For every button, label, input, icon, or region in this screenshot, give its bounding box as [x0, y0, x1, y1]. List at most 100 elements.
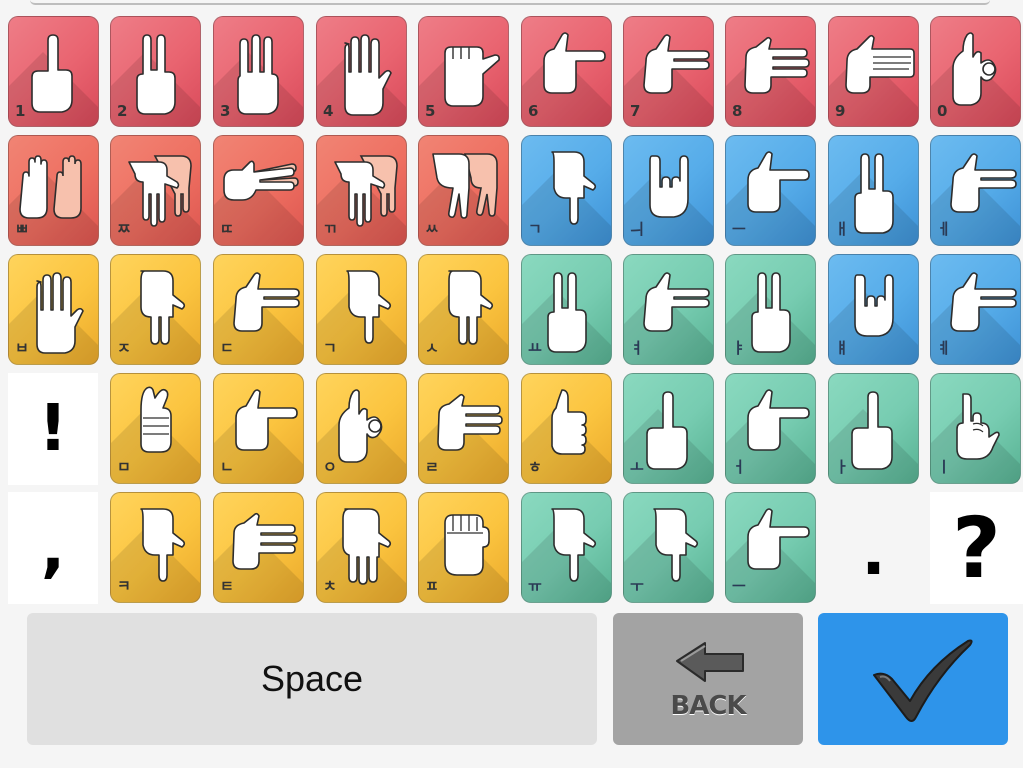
punctuation-char: .: [861, 516, 886, 590]
sign-key[interactable]: ㄸ: [213, 135, 304, 246]
key-label: ㅐ: [835, 220, 849, 238]
sign-key[interactable]: ㅓ: [725, 373, 816, 484]
sign-key[interactable]: ㅇ: [316, 373, 407, 484]
key-label: ㅑ: [732, 339, 746, 357]
key-label: ㅋ: [117, 577, 131, 595]
key-label: 2: [117, 102, 128, 120]
sign-key[interactable]: ㅎ: [521, 373, 612, 484]
sign-key[interactable]: ㅉ: [110, 135, 201, 246]
sign-key[interactable]: 7: [623, 16, 714, 127]
sign-key[interactable]: ㅛ: [521, 254, 612, 365]
key-label: ㄴ: [220, 458, 234, 476]
sign-key[interactable]: 0: [930, 16, 1021, 127]
key-label: ㅂ: [15, 339, 29, 357]
sign-key[interactable]: 6: [521, 16, 612, 127]
sign-key[interactable]: ㅈ: [110, 254, 201, 365]
key-label: ㅉ: [117, 220, 131, 238]
key-label: ㅡ: [732, 577, 746, 595]
confirm-button[interactable]: [818, 613, 1008, 745]
sign-key[interactable]: ㅃ: [8, 135, 99, 246]
key-label: 7: [630, 102, 641, 120]
sign-key[interactable]: ㅊ: [316, 492, 407, 603]
sign-key[interactable]: ㅂ: [8, 254, 99, 365]
sign-key[interactable]: ㅅ: [418, 254, 509, 365]
sign-key[interactable]: 9: [828, 16, 919, 127]
sign-key[interactable]: ㅁ: [110, 373, 201, 484]
key-label: 0: [937, 102, 948, 120]
key-label: ㅡ: [732, 220, 746, 238]
key-label: ㄸ: [220, 220, 234, 238]
punctuation-key[interactable]: ?: [930, 492, 1023, 604]
key-label: ㅇ: [323, 458, 337, 476]
sign-key[interactable]: ㅏ: [828, 373, 919, 484]
punctuation-key[interactable]: !: [8, 373, 98, 485]
punctuation-key[interactable]: ,: [8, 492, 98, 604]
key-label: 5: [425, 102, 436, 120]
key-label: ㅅ: [425, 339, 439, 357]
sign-key[interactable]: ㅡ: [725, 135, 816, 246]
punctuation-key[interactable]: .: [828, 492, 919, 604]
key-label: ㄱ: [528, 220, 542, 238]
key-label: ㅎ: [528, 458, 542, 476]
space-button[interactable]: Space: [27, 613, 597, 745]
sign-key[interactable]: ㅖ: [930, 254, 1021, 365]
key-label: 1: [15, 102, 26, 120]
key-label: ㅒ: [835, 339, 849, 357]
sign-key[interactable]: 1: [8, 16, 99, 127]
key-label: ㅔ: [937, 220, 951, 238]
back-label: BACK: [670, 691, 746, 721]
key-label: ㄲ: [323, 220, 337, 238]
sign-key[interactable]: ㄱ: [316, 254, 407, 365]
sign-key[interactable]: ㅒ: [828, 254, 919, 365]
sign-key[interactable]: ㄴ: [213, 373, 304, 484]
key-label: ㅣ: [937, 458, 951, 476]
key-label: ㅊ: [323, 577, 337, 595]
sign-key[interactable]: ㅣ: [930, 373, 1021, 484]
sign-key[interactable]: 5: [418, 16, 509, 127]
key-label: ㅃ: [15, 220, 29, 238]
key-label: 8: [732, 102, 743, 120]
back-button[interactable]: BACK: [613, 613, 803, 745]
key-label: ㅌ: [220, 577, 234, 595]
sign-key[interactable]: ㅌ: [213, 492, 304, 603]
punctuation-char: ,: [40, 512, 66, 586]
sign-key[interactable]: ㅗ: [623, 373, 714, 484]
sign-key[interactable]: ㅡ: [725, 492, 816, 603]
sign-key[interactable]: ㅕ: [623, 254, 714, 365]
key-label: ㅜ: [630, 577, 644, 595]
sign-keyboard-grid: 1 2 3 4 5 6 7 8 9 0 ㅃㅉㄸㄲㅆㄱㅢㅡㅐㅔㅂㅈㄷㄱㅅㅛㅕㅑㅒㅖ! ㅁㄴㅇㄹㅎㅗㅓㅏㅣ…: [0, 0, 1023, 610]
sign-key[interactable]: ㅐ: [828, 135, 919, 246]
sign-key[interactable]: 8: [725, 16, 816, 127]
sign-key[interactable]: 4: [316, 16, 407, 127]
key-label: ㅍ: [425, 577, 439, 595]
sign-key[interactable]: 2: [110, 16, 201, 127]
sign-key[interactable]: ㄷ: [213, 254, 304, 365]
arrow-left-icon: [676, 642, 744, 682]
sign-key[interactable]: ㅜ: [623, 492, 714, 603]
sign-key[interactable]: ㅢ: [623, 135, 714, 246]
key-label: 3: [220, 102, 231, 120]
space-label: Space: [260, 658, 364, 699]
sign-key[interactable]: ㄹ: [418, 373, 509, 484]
sign-key[interactable]: ㄱ: [521, 135, 612, 246]
key-label: ㅈ: [117, 339, 131, 357]
sign-key[interactable]: ㅑ: [725, 254, 816, 365]
sign-key[interactable]: ㅆ: [418, 135, 509, 246]
key-label: ㅠ: [528, 577, 542, 595]
sign-key[interactable]: 3: [213, 16, 304, 127]
key-label: 6: [528, 102, 539, 120]
sign-key[interactable]: ㄲ: [316, 135, 407, 246]
key-label: ㄱ: [323, 339, 337, 357]
key-label: ㅏ: [835, 458, 849, 476]
key-label: 4: [323, 102, 334, 120]
sign-key[interactable]: ㅔ: [930, 135, 1021, 246]
key-label: ㅁ: [117, 458, 131, 476]
sign-key[interactable]: ㅍ: [418, 492, 509, 603]
key-label: ㅖ: [937, 339, 951, 357]
key-label: ㅓ: [732, 458, 746, 476]
key-label: ㄹ: [425, 458, 439, 476]
key-label: ㅕ: [630, 339, 644, 357]
sign-key[interactable]: ㅋ: [110, 492, 201, 603]
sign-key[interactable]: ㅠ: [521, 492, 612, 603]
key-label: ㄷ: [220, 339, 234, 357]
